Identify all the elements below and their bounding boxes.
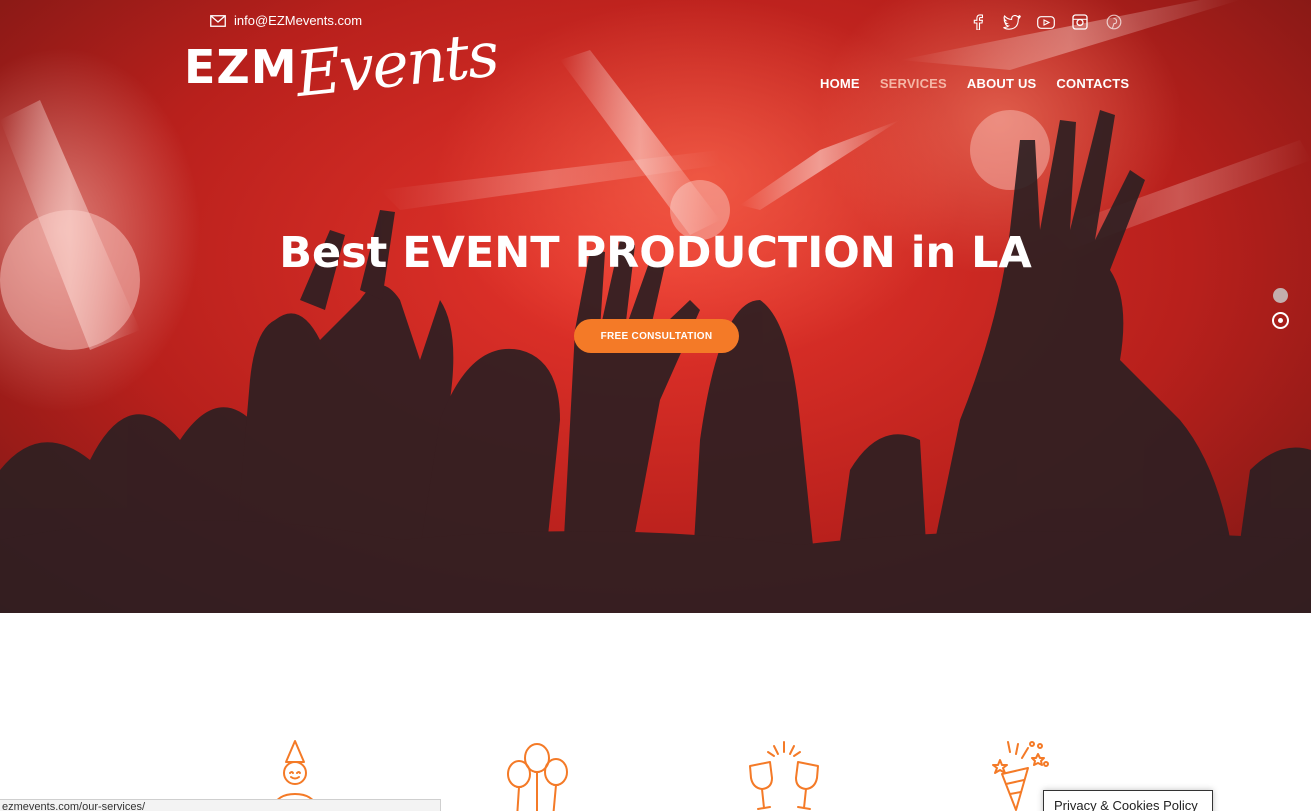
nav-about-us[interactable]: ABOUT US [967, 76, 1037, 91]
mail-icon [210, 14, 226, 27]
nav-contacts[interactable]: CONTACTS [1056, 76, 1129, 91]
pinterest-icon[interactable] [1104, 12, 1124, 32]
instagram-icon[interactable] [1070, 12, 1090, 32]
youtube-icon[interactable] [1036, 12, 1056, 32]
main-nav: HOME SERVICES ABOUT US CONTACTS [820, 76, 1129, 91]
free-consultation-button[interactable]: FREE CONSULTATION [574, 319, 739, 353]
balloons-icon[interactable] [497, 738, 577, 811]
slider-dot-2-active[interactable] [1272, 312, 1289, 329]
nav-home[interactable]: HOME [820, 76, 860, 91]
champagne-toast-icon[interactable] [744, 738, 824, 811]
hero-banner: info@EZMevents.com EZM Events HOME SERVI… [0, 0, 1311, 613]
contact-email[interactable]: info@EZMevents.com [210, 13, 362, 28]
twitter-icon[interactable] [1002, 12, 1022, 32]
contact-email-text: info@EZMevents.com [234, 13, 363, 28]
status-bar-url: ezmevents.com/our-services/ [0, 799, 441, 811]
site-logo[interactable]: EZM Events [184, 17, 501, 130]
privacy-cookies-policy-button[interactable]: Privacy & Cookies Policy [1043, 790, 1213, 811]
facebook-icon[interactable] [968, 12, 988, 32]
nav-services[interactable]: SERVICES [880, 76, 947, 91]
logo-ezm: EZM [184, 40, 298, 94]
hero-headline: Best EVENT PRODUCTION in LA [279, 228, 1032, 278]
slider-dot-1[interactable] [1273, 288, 1288, 303]
social-links [968, 12, 1124, 32]
